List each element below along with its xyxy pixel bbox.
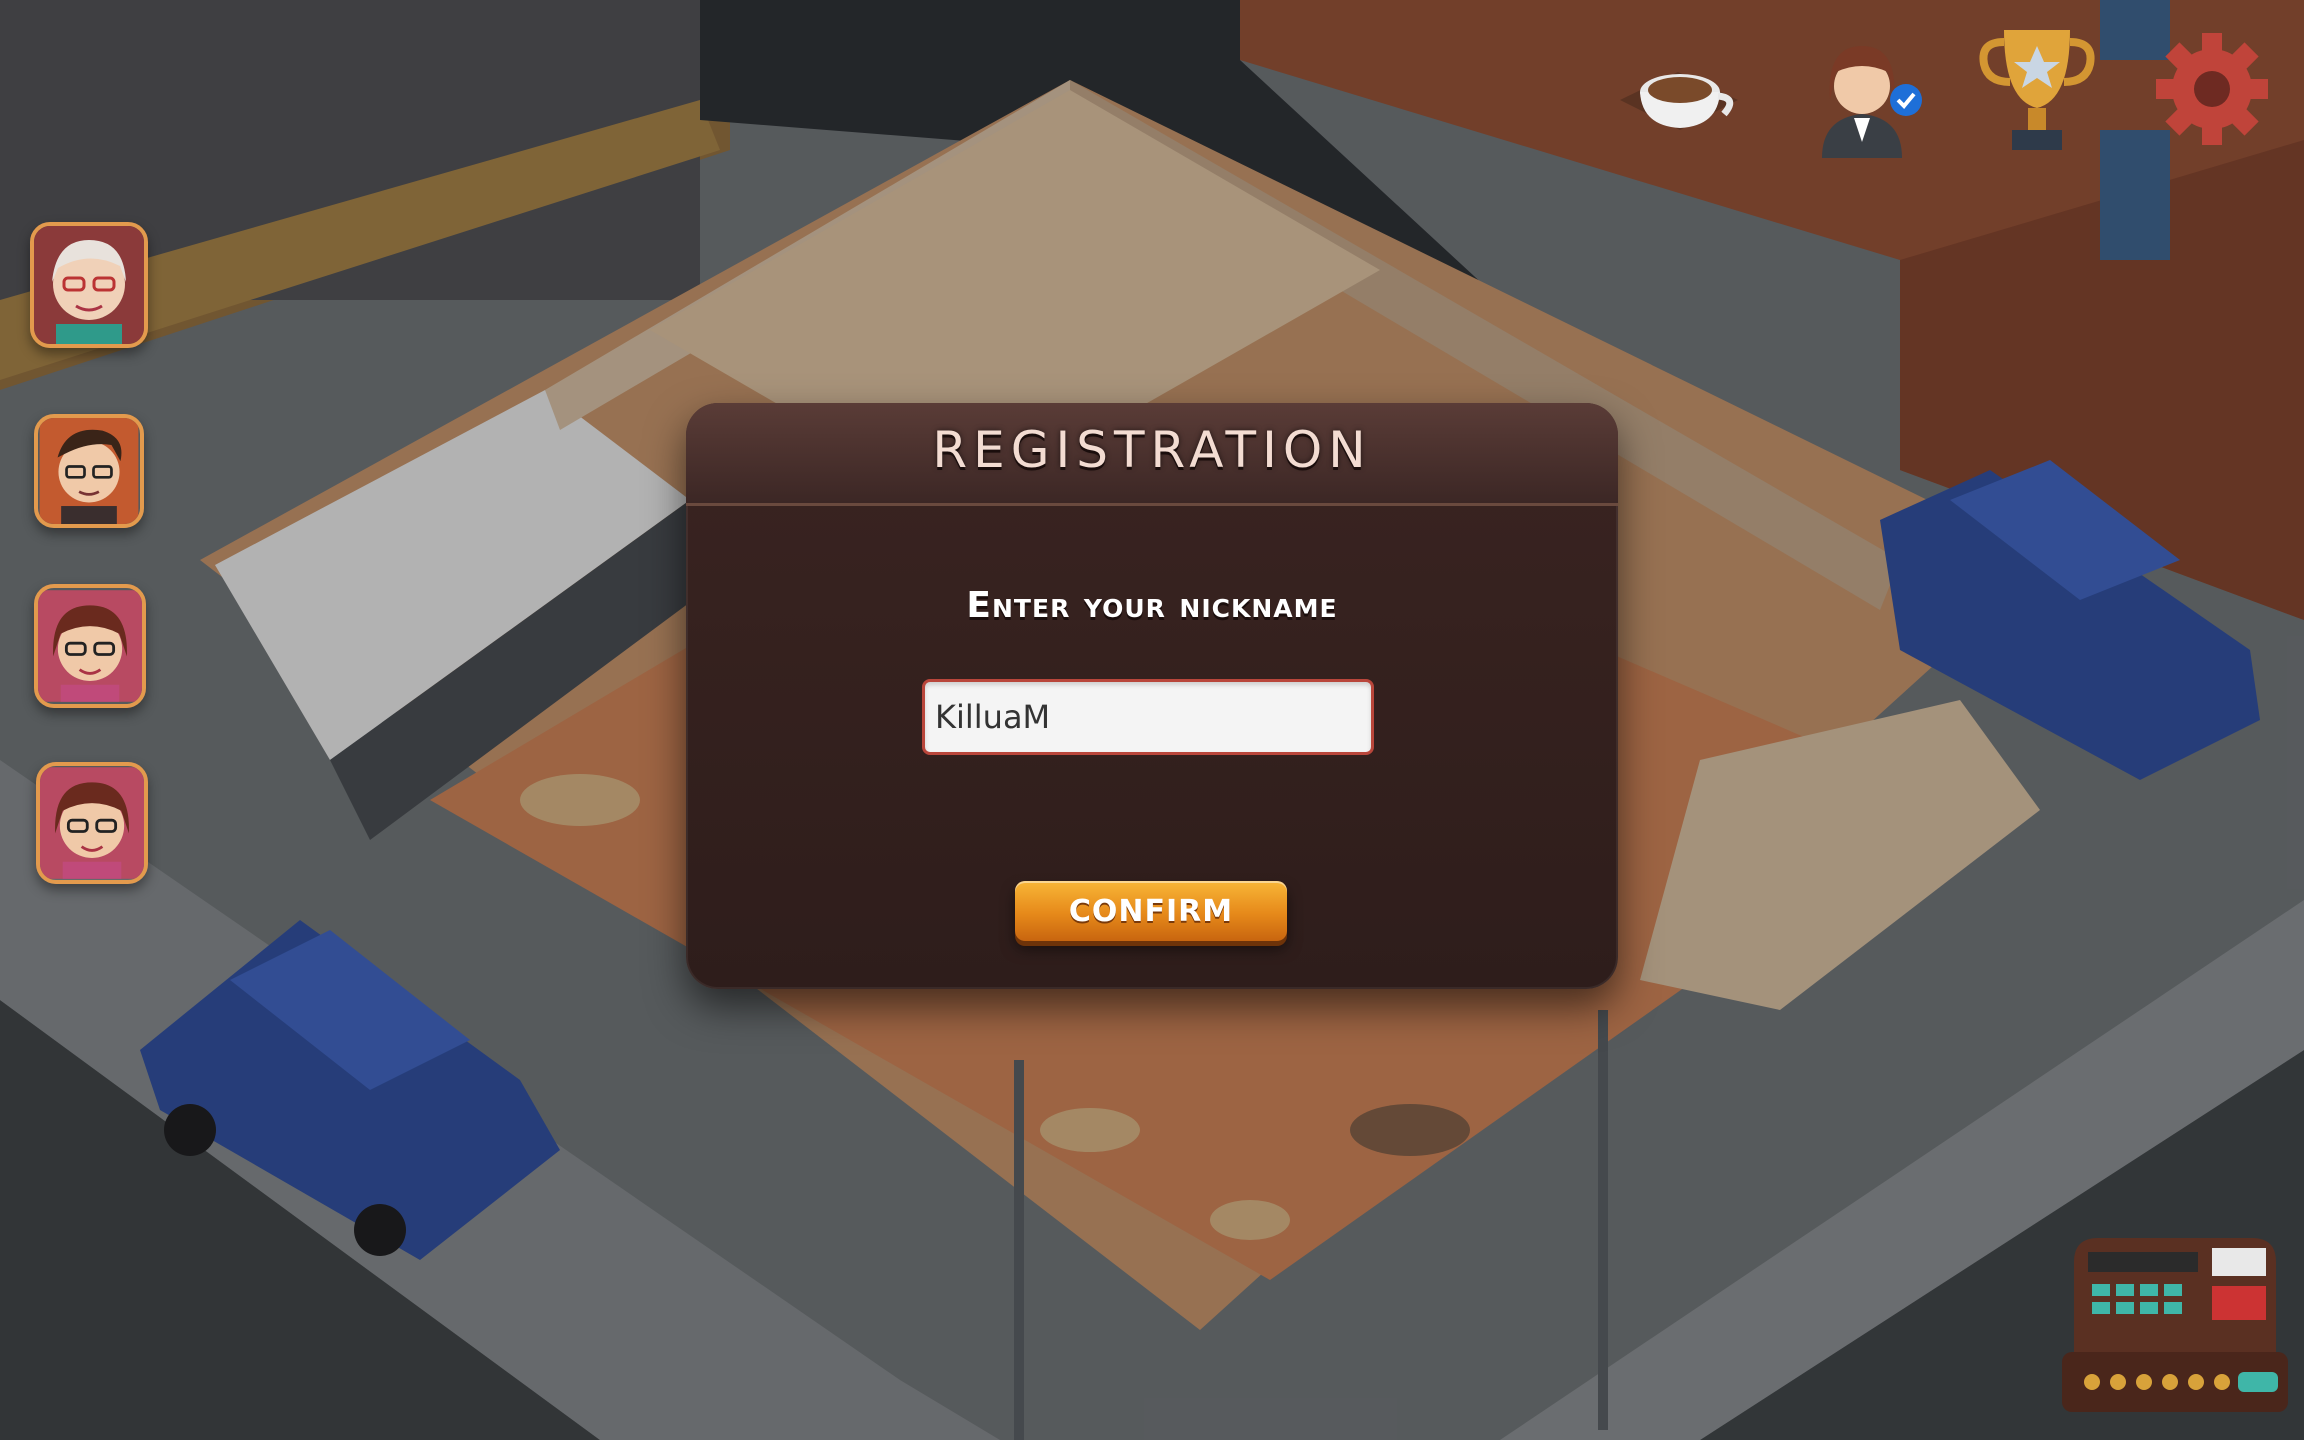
registration-modal: REGISTRATION Enter your nickname CONFIRM [686, 403, 1618, 989]
cash-register-icon[interactable] [2062, 1222, 2288, 1420]
girl-avatar-icon [38, 590, 142, 702]
manager-avatar-icon[interactable] [1804, 22, 1928, 158]
nickname-prompt: Enter your nickname [966, 585, 1338, 626]
trophy-icon[interactable] [1974, 20, 2100, 160]
avatar-girl-glasses-2[interactable] [36, 762, 148, 884]
confirm-button[interactable]: CONFIRM [1015, 881, 1287, 941]
settings-gear-icon[interactable] [2152, 24, 2272, 154]
avatar-girl-glasses-1[interactable] [34, 584, 146, 708]
avatar-grandma[interactable] [30, 222, 148, 348]
modal-header: REGISTRATION [686, 403, 1618, 506]
girl-avatar-icon [40, 767, 144, 879]
nickname-input[interactable] [922, 679, 1374, 755]
man-avatar-icon [39, 418, 139, 524]
avatar-man-glasses[interactable] [34, 414, 144, 528]
coffee-cup-icon[interactable] [1614, 40, 1744, 150]
modal-title: REGISTRATION [932, 421, 1372, 479]
grandma-avatar-icon [34, 226, 144, 344]
